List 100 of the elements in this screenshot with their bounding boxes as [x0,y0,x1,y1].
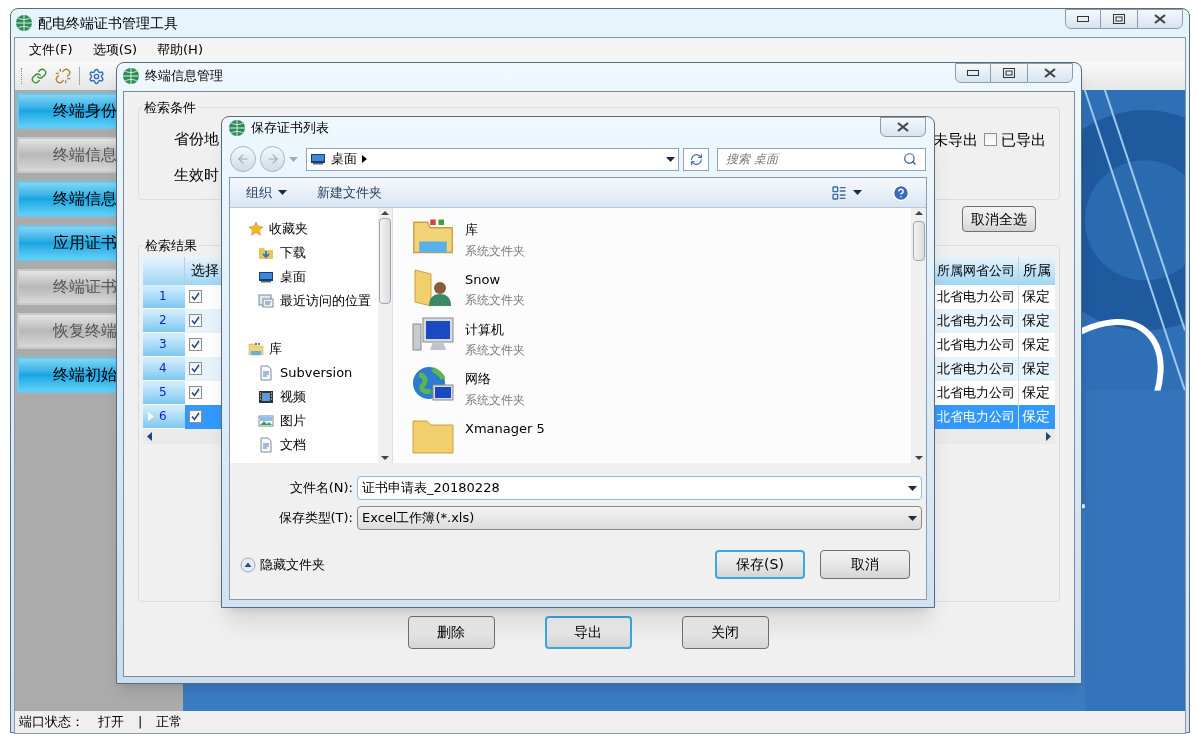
maximize-button[interactable] [1101,9,1137,29]
close-button[interactable] [1137,9,1183,29]
header-cell: 所属 [1019,256,1055,285]
checkbox[interactable] [984,133,997,147]
dropdown-caret-icon [908,515,917,521]
desktop-icon [310,151,327,167]
app-globe-icon [122,67,140,85]
maximize-icon [1113,14,1125,24]
new-folder-button[interactable]: 新建文件夹 [317,182,382,203]
row-number: 6 [159,408,167,425]
picture-icon [258,413,274,429]
table-cell-text: 保定 [1021,359,1051,378]
app-globe-icon [15,14,33,32]
nav-item[interactable]: 文档 [248,433,378,457]
nav-item[interactable]: 最近访问的位置 [248,289,378,313]
file-item[interactable]: Xmanager 5 [411,413,911,463]
star-icon [248,221,264,237]
collapse-icon [240,556,256,573]
minimize-icon [1077,16,1089,22]
file-item[interactable]: 计算机 系统文件夹 [411,313,911,364]
close-button[interactable] [1027,63,1073,83]
file-type: 系统文件夹 [465,342,525,360]
breadcrumb-arrow-icon [362,155,368,163]
menu-item[interactable]: 文件(F) [29,40,73,60]
menu-item[interactable]: 帮助(H) [157,40,203,60]
minimize-button[interactable] [955,63,991,83]
checkbox[interactable] [189,410,202,423]
deselect-all-button[interactable]: 取消全选 [962,206,1036,232]
close-icon [897,122,909,132]
organize-menu[interactable]: 组织 [246,182,287,203]
refresh-icon [689,152,703,166]
nav-item[interactable]: 视频 [248,385,378,409]
dialog-button[interactable]: 导出 [544,616,632,649]
scroll-down-icon [914,456,923,460]
file-name: 库 [465,221,479,239]
nav-item[interactable]: 下载 [248,241,378,265]
checkbox[interactable] [189,386,202,399]
close-icon [1154,14,1166,24]
table-cell-text: 保定 [1021,335,1051,354]
file-name-field[interactable]: 证书申请表_20180228 [357,476,922,500]
dialog-button[interactable]: 关闭 [681,616,769,649]
checkbox[interactable] [189,290,202,303]
status-separator: | [138,713,143,732]
maximize-button[interactable] [991,63,1027,83]
table-cell-text: 保定 [1021,407,1051,426]
dropdown-caret-icon [908,485,917,491]
row-number: 4 [159,360,167,377]
library-folder-icon [248,341,264,357]
dropdown-caret-icon [666,156,676,162]
status-value: 打开 [98,713,124,732]
document-icon [258,365,274,381]
scroll-thumb[interactable] [912,220,925,261]
file-type: 系统文件夹 [465,391,525,409]
file-item[interactable]: 网络 系统文件夹 [411,363,911,414]
scroll-thumb[interactable] [379,217,391,304]
help-icon[interactable] [892,183,910,202]
table-cell-text: 保定 [1021,311,1051,330]
dialog-button[interactable]: 保存(S) [715,550,805,579]
checkbox[interactable] [189,314,202,327]
file-item[interactable]: 库 系统文件夹 [411,214,911,264]
window-title: 保存证书列表 [251,119,329,138]
field-label: 保存类型(T): [277,509,354,528]
minimize-button[interactable] [1065,9,1101,29]
row-number: 2 [159,312,167,329]
dialog-button[interactable]: 删除 [407,616,495,649]
address-segment[interactable]: 桌面 [331,149,358,169]
film-icon [258,389,274,405]
document-icon [258,437,274,453]
link-icon[interactable] [31,68,47,84]
scroll-left-icon [147,431,152,441]
vertical-scrollbar[interactable] [378,208,393,463]
nav-item[interactable]: Subversion [248,361,378,385]
hide-folders-toggle[interactable]: 隐藏文件夹 [240,554,325,575]
nav-item[interactable]: 桌面 [248,265,378,289]
file-name: Snow [465,270,502,289]
search-field[interactable]: 搜索 桌面 [717,147,926,171]
download-folder-icon [258,245,274,261]
back-icon [235,152,250,166]
dialog-button[interactable]: 取消 [820,550,910,579]
menu-item[interactable]: 选项(S) [92,40,138,60]
scroll-up-icon [914,211,923,215]
desktop-icon [258,269,274,285]
broken-link-icon[interactable] [55,68,71,84]
nav-item[interactable]: 收藏夹 [248,217,378,241]
field-label: 文件名(N): [288,479,354,498]
refresh-button[interactable] [683,147,710,171]
view-options-icon[interactable] [831,184,847,201]
window-title: 终端信息管理 [145,67,223,86]
address-bar[interactable]: 桌面 [306,147,680,171]
nav-item[interactable]: 库 [248,337,378,361]
table-cell-text: 保定 [1021,383,1051,402]
close-button[interactable] [880,117,926,137]
app-globe-icon [228,119,246,137]
nav-item[interactable]: 图片 [248,409,378,433]
file-type-select[interactable]: Excel工作簿(*.xls) [357,506,922,530]
vertical-scrollbar[interactable] [911,208,926,463]
checkbox[interactable] [189,338,202,351]
file-item[interactable]: Snow 系统文件夹 [411,263,911,314]
gear-icon[interactable] [88,67,105,85]
checkbox[interactable] [189,362,202,375]
